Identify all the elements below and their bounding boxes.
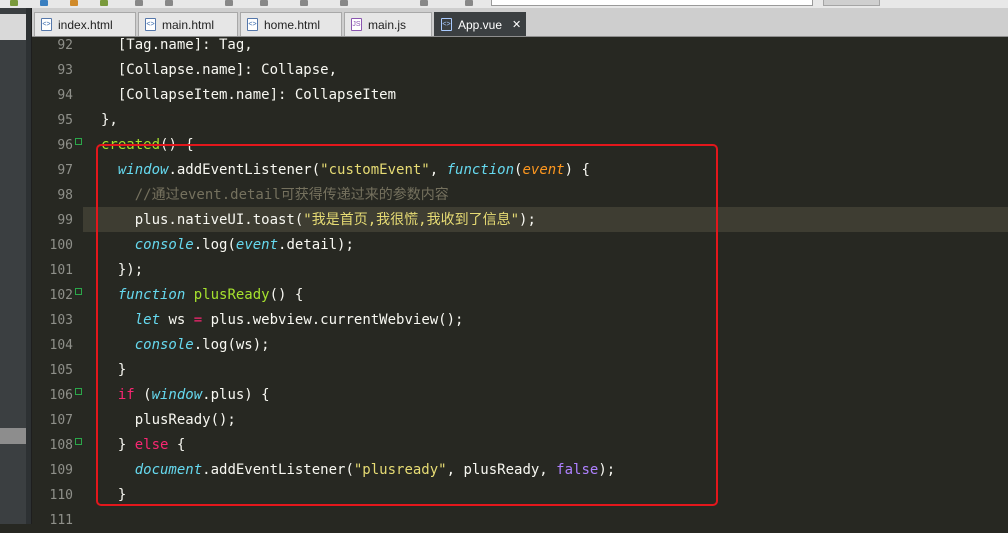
tab-label: main.js [368, 17, 407, 32]
tab-app-vue[interactable]: <> App.vue ✕ [434, 12, 526, 36]
fold-toggle-icon[interactable] [75, 388, 82, 395]
fold-toggle-icon[interactable] [75, 138, 82, 145]
html-file-icon: <> [247, 18, 258, 31]
project-explorer-panel [0, 8, 32, 524]
line-number: 111 [49, 513, 73, 528]
toolbar-icon[interactable] [70, 0, 78, 6]
close-icon[interactable]: ✕ [512, 18, 521, 31]
code-line[interactable]: }, [101, 108, 118, 133]
annotation-box [96, 144, 718, 506]
code-line[interactable]: [CollapseItem.name]: CollapseItem [101, 83, 396, 108]
line-number: 109 [49, 463, 73, 478]
explorer-header[interactable] [0, 14, 26, 40]
tab-label: App.vue [458, 17, 503, 32]
line-number: 110 [49, 488, 73, 503]
code-token: [Tag.name]: Tag, [101, 37, 253, 53]
line-number: 96 [57, 138, 73, 153]
toolbar-icon[interactable] [420, 0, 428, 6]
line-number: 105 [49, 363, 73, 378]
toolbar-button[interactable] [823, 0, 880, 6]
tab-label: home.html [264, 17, 321, 32]
line-number: 103 [49, 313, 73, 328]
line-number: 106 [49, 388, 73, 403]
line-number: 93 [57, 63, 73, 78]
line-number: 95 [57, 113, 73, 128]
fold-toggle-icon[interactable] [75, 438, 82, 445]
search-input[interactable] [491, 0, 813, 6]
line-number: 101 [49, 263, 73, 278]
code-token: [Collapse.name]: Collapse, [101, 62, 338, 78]
toolbar-icon[interactable] [165, 0, 173, 6]
code-line[interactable]: [Tag.name]: Tag, [101, 33, 253, 58]
line-number-gutter: 92 93 94 95 96 97 98 99 100 101 102 103 104 105 106 107… [33, 37, 85, 528]
toolbar-icon[interactable] [225, 0, 233, 6]
toolbar-icon[interactable] [100, 0, 108, 6]
line-number: 92 [57, 38, 73, 53]
explorer-selected-item[interactable] [0, 428, 26, 444]
line-number: 102 [49, 288, 73, 303]
tab-main-js[interactable]: JS main.js [344, 12, 432, 36]
html-file-icon: <> [145, 18, 156, 31]
line-number: 107 [49, 413, 73, 428]
toolbar-icon[interactable] [300, 0, 308, 6]
html-file-icon: <> [41, 18, 52, 31]
line-number: 97 [57, 163, 73, 178]
toolbar-icon[interactable] [340, 0, 348, 6]
code-token: }, [101, 112, 118, 128]
line-number: 104 [49, 338, 73, 353]
js-file-icon: JS [351, 18, 362, 31]
line-number: 108 [49, 438, 73, 453]
code-editor[interactable]: 92 93 94 95 96 97 98 99 100 101 102 103 104 105 106 107… [33, 37, 1008, 528]
fold-toggle-icon[interactable] [75, 288, 82, 295]
vue-file-icon: <> [441, 18, 452, 31]
toolbar-icon[interactable] [260, 0, 268, 6]
toolbar-icon[interactable] [135, 0, 143, 6]
toolbar-icon[interactable] [465, 0, 473, 6]
toolbar-icon[interactable] [10, 0, 18, 6]
tab-label: index.html [58, 17, 113, 32]
toolbar-icon[interactable] [40, 0, 48, 6]
line-number: 100 [49, 238, 73, 253]
explorer-scrollbar[interactable] [26, 8, 31, 524]
code-token: [CollapseItem.name]: CollapseItem [101, 87, 397, 103]
code-line[interactable]: [Collapse.name]: Collapse, [101, 58, 337, 83]
tab-home-html[interactable]: <> home.html [240, 12, 342, 36]
line-number: 98 [57, 188, 73, 203]
tab-label: main.html [162, 17, 215, 32]
line-number: 94 [57, 88, 73, 103]
line-number: 99 [57, 213, 73, 228]
